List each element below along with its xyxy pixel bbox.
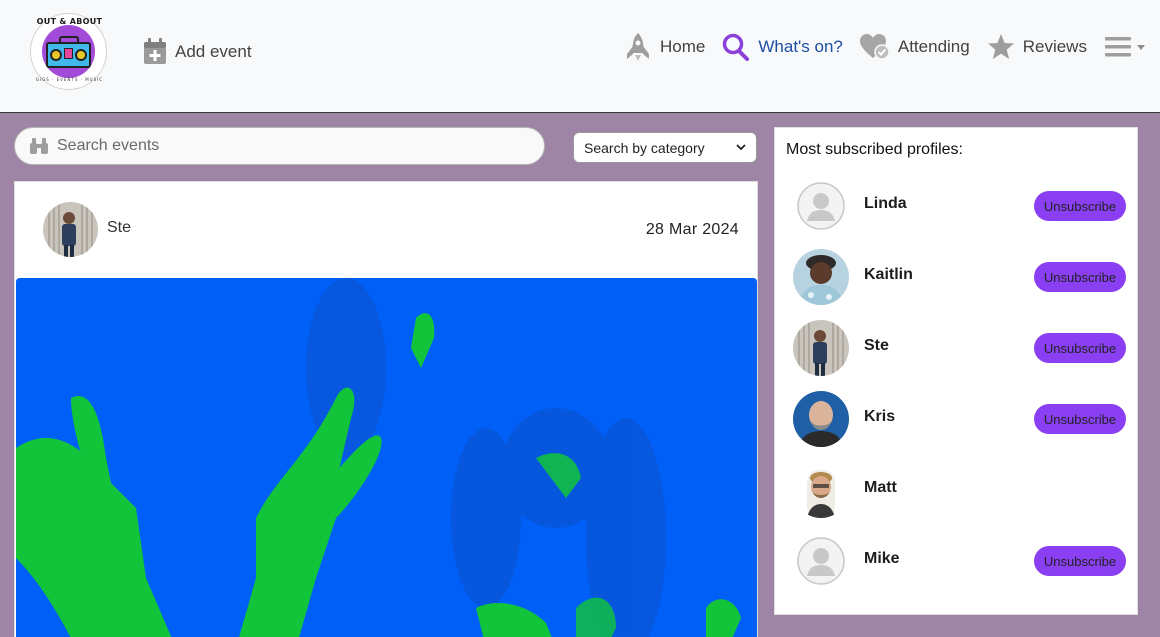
hamburger-menu-icon <box>1104 37 1131 57</box>
avatar[interactable] <box>793 391 849 447</box>
avatar[interactable] <box>793 249 849 305</box>
search-input[interactable] <box>57 137 517 155</box>
profile-row-mike: Mike Unsubscribe <box>793 533 1127 589</box>
unsubscribe-button[interactable]: Unsubscribe <box>1034 404 1126 434</box>
nav-whats-on[interactable]: What's on? <box>722 32 843 62</box>
nav-reviews-label: Reviews <box>1022 37 1087 56</box>
profile-name[interactable]: Linda <box>864 195 907 213</box>
nav-attending-label: Attending <box>897 37 970 56</box>
category-select[interactable]: Search by category <box>573 132 757 163</box>
unsubscribe-button[interactable]: Unsubscribe <box>1034 262 1126 292</box>
event-date: 28 Mar 2024 <box>645 221 739 238</box>
event-card-header: Ste 28 Mar 2024 <box>15 182 757 278</box>
site-logo[interactable]: OUT & ABOUT GIGS · EVENTS · MUSIC <box>30 13 107 90</box>
event-image[interactable] <box>16 278 757 637</box>
profile-row-ste: Ste Unsubscribe <box>793 320 1127 376</box>
unsubscribe-button[interactable]: Unsubscribe <box>1034 191 1126 221</box>
binoculars-icon <box>30 138 48 154</box>
chevron-down-icon <box>736 144 746 151</box>
event-author[interactable]: Ste <box>107 219 131 237</box>
chevron-down-icon <box>1136 44 1145 50</box>
avatar[interactable] <box>793 462 849 518</box>
search-icon <box>723 33 750 61</box>
event-card[interactable]: Ste 28 Mar 2024 <box>14 181 758 637</box>
profile-row-kaitlin: Kaitlin Unsubscribe <box>793 249 1127 305</box>
profile-name[interactable]: Kris <box>864 408 895 426</box>
profile-name[interactable]: Matt <box>864 479 897 497</box>
unsubscribe-button[interactable]: Unsubscribe <box>1034 546 1126 576</box>
most-subscribed-panel: Most subscribed profiles: Linda Unsubscr… <box>774 127 1138 615</box>
nav-menu-toggle[interactable] <box>1104 36 1145 58</box>
nav-home[interactable]: Home <box>624 32 705 62</box>
unsubscribe-button[interactable]: Unsubscribe <box>1034 333 1126 363</box>
avatar[interactable] <box>793 320 849 376</box>
star-icon <box>987 34 1014 59</box>
calendar-plus-icon <box>144 38 166 64</box>
boombox-icon <box>46 36 91 68</box>
add-event-link[interactable]: Add event <box>143 38 252 65</box>
category-select-value: Search by category <box>584 139 705 156</box>
profile-name[interactable]: Mike <box>864 550 900 568</box>
logo-text-bottom: GIGS · EVENTS · MUSIC <box>35 77 104 82</box>
avatar[interactable] <box>793 533 849 589</box>
profile-name[interactable]: Ste <box>864 337 889 355</box>
profile-row-matt: Matt <box>793 462 1127 518</box>
nav-attending[interactable]: Attending <box>859 33 970 61</box>
search-events-field[interactable] <box>14 127 545 165</box>
top-navbar: OUT & ABOUT GIGS · EVENTS · MUSIC Add ev… <box>0 0 1160 113</box>
nav-reviews[interactable]: Reviews <box>987 33 1087 61</box>
profile-row-linda: Linda Unsubscribe <box>793 178 1127 234</box>
nav-links: Home What's on? Attending Reviews <box>624 32 1145 62</box>
avatar[interactable] <box>43 202 98 257</box>
profile-name[interactable]: Kaitlin <box>864 266 913 284</box>
heart-check-icon <box>859 34 890 60</box>
panel-title: Most subscribed profiles: <box>786 141 963 158</box>
profile-row-kris: Kris Unsubscribe <box>793 391 1127 447</box>
add-event-label: Add event <box>175 41 252 61</box>
avatar[interactable] <box>793 178 849 234</box>
rocket-icon <box>627 33 649 61</box>
nav-home-label: Home <box>660 37 706 56</box>
nav-whats-on-label: What's on? <box>758 37 843 56</box>
